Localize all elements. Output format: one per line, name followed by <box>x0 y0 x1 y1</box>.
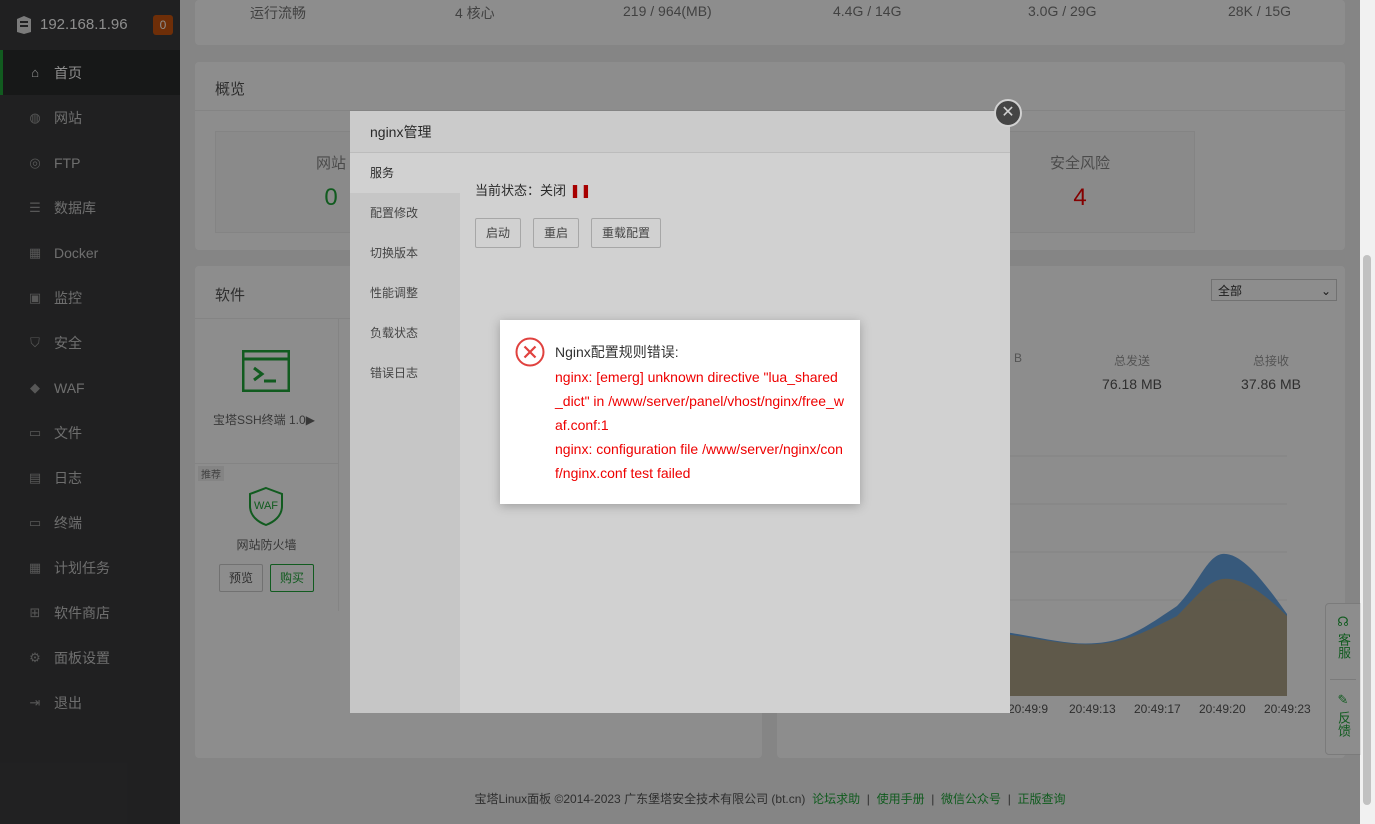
error-message: nginx: [emerg] unknown directive "lua_sh… <box>555 365 845 485</box>
error-line: nginx: [emerg] unknown directive "lua_sh… <box>555 369 844 433</box>
error-circle-icon <box>515 337 545 367</box>
error-title: Nginx配置规则错误: <box>555 344 679 360</box>
error-dialog: Nginx配置规则错误: nginx: [emerg] unknown dire… <box>500 320 860 504</box>
scrollbar-thumb[interactable] <box>1363 255 1371 805</box>
error-line: nginx: configuration file /www/server/ng… <box>555 441 843 481</box>
page-scrollbar[interactable] <box>1360 0 1375 824</box>
